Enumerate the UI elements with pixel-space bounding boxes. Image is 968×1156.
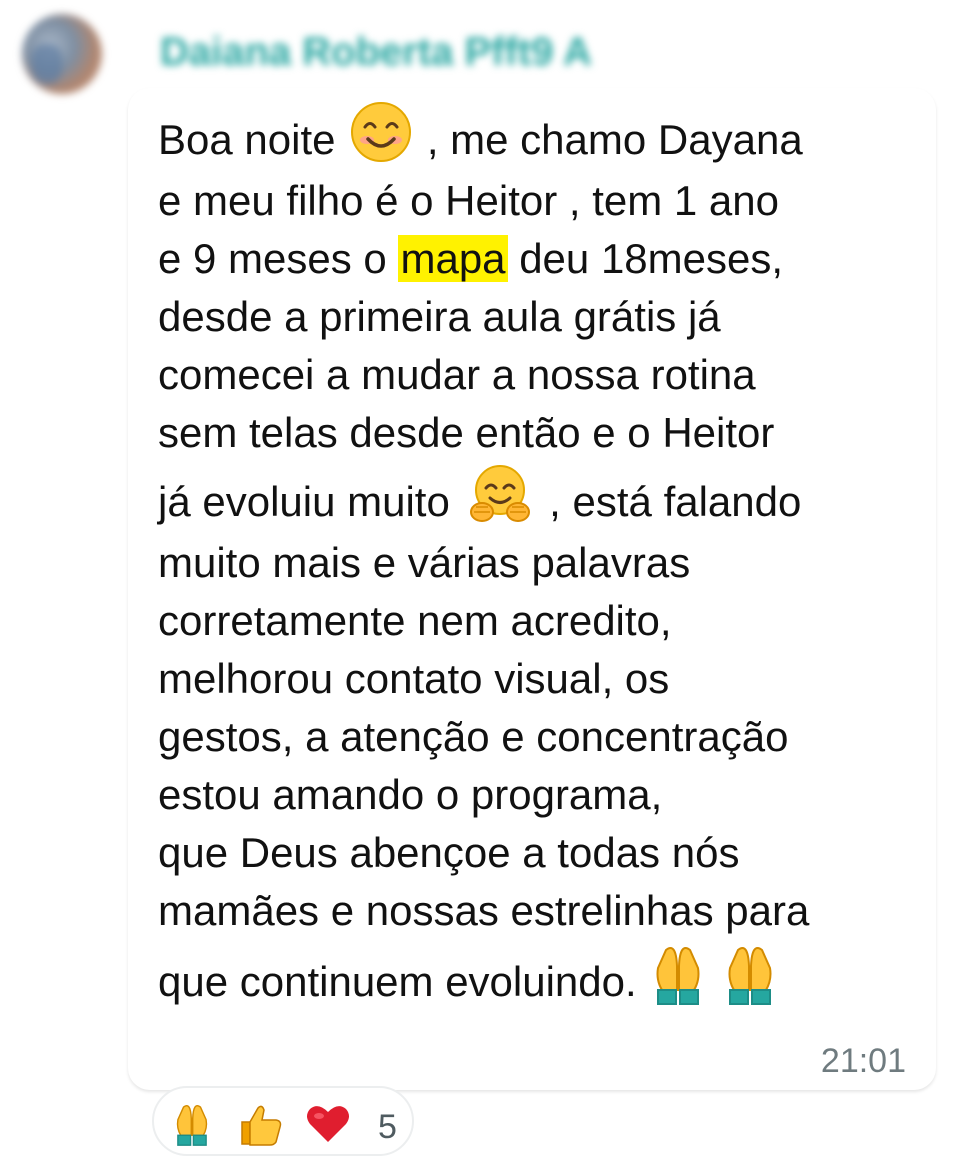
sender-name[interactable]: Daiana Roberta Pfft9 A <box>160 30 592 75</box>
thumbs-up-icon <box>236 1100 284 1153</box>
message-line-text: que continuem evoluindo. <box>158 958 637 1006</box>
message-line: e 9 meses o mapa deu 18meses, <box>158 230 928 288</box>
message-line: corretamente nem acredito, <box>158 597 672 644</box>
message-line: que continuem evoluindo. <box>158 940 928 1012</box>
message-line-text: já evoluiu muito <box>158 478 450 526</box>
message-line: que Deus abençoe a todas nós <box>158 829 740 876</box>
reaction-pill[interactable]: 5 <box>152 1086 414 1156</box>
pray-icon <box>722 940 778 1030</box>
message-time: 21:01 <box>820 1042 906 1080</box>
message-line: desde a primeira aula grátis já <box>158 293 721 340</box>
sender-avatar[interactable] <box>22 14 102 94</box>
pray-icon <box>168 1100 216 1153</box>
message-line: já evoluiu muito , está falando <box>158 462 928 534</box>
message-line: mamães e nossas estrelinhas para <box>158 887 810 934</box>
message-line: e meu filho é o Heitor , tem 1 ano <box>158 177 779 224</box>
heart-icon <box>304 1100 352 1153</box>
reaction-count: 5 <box>378 1108 397 1146</box>
message-line-text: deu 18meses, <box>507 235 784 282</box>
highlighted-word[interactable]: mapa <box>398 235 508 282</box>
message-line: comecei a mudar a nossa rotina <box>158 351 756 398</box>
message-line-text: Boa noite <box>158 116 336 164</box>
message-line: sem telas desde então e o Heitor <box>158 409 775 456</box>
message-line: muito mais e várias palavras <box>158 539 691 586</box>
message-line: melhorou contato visual, os <box>158 655 670 702</box>
message-line-text: e 9 meses o <box>158 235 387 282</box>
message-text: Boa noite , me chamo Dayana e meu filho … <box>158 100 928 1012</box>
message-line: gestos, a atenção e concentração <box>158 713 789 760</box>
message-line-text: , está falando <box>549 478 802 526</box>
message-line: Boa noite , me chamo Dayana <box>158 100 928 172</box>
message-line-text: , me chamo Dayana <box>426 116 803 164</box>
message-line: estou amando o programa, <box>158 771 663 818</box>
pray-icon <box>650 940 706 1030</box>
